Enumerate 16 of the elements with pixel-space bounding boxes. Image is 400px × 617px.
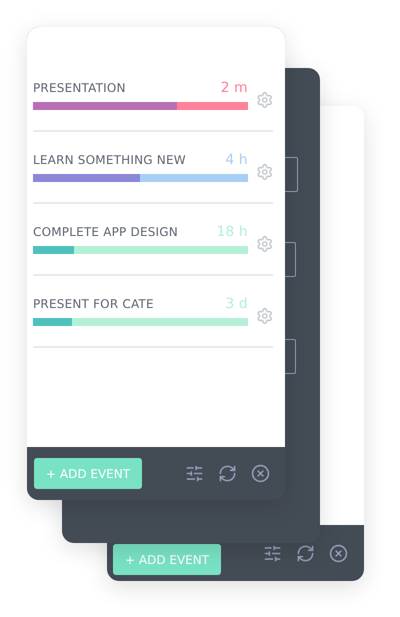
sliders-icon[interactable]	[263, 544, 282, 562]
close-icon[interactable]	[329, 544, 348, 562]
close-icon[interactable]	[251, 464, 270, 483]
add-event-button[interactable]: + ADD EVENT	[34, 458, 142, 489]
event-name: COMPLETE APP DESIGN	[33, 225, 178, 239]
refresh-icon[interactable]	[218, 464, 237, 483]
event-name: LEARN SOMETHING NEW	[33, 153, 186, 167]
add-event-button[interactable]: + ADD EVENT	[113, 544, 222, 575]
time-remaining: 3 d	[225, 296, 248, 312]
time-remaining: 18 h	[216, 224, 248, 240]
refresh-icon[interactable]	[296, 544, 315, 562]
time-remaining: 4 h	[225, 152, 248, 168]
event-name: PRESENTATION	[33, 81, 126, 95]
sliders-icon[interactable]	[185, 464, 204, 483]
event-name: PRESENT FOR CATE	[33, 297, 154, 311]
time-remaining: 2 m	[220, 80, 248, 96]
